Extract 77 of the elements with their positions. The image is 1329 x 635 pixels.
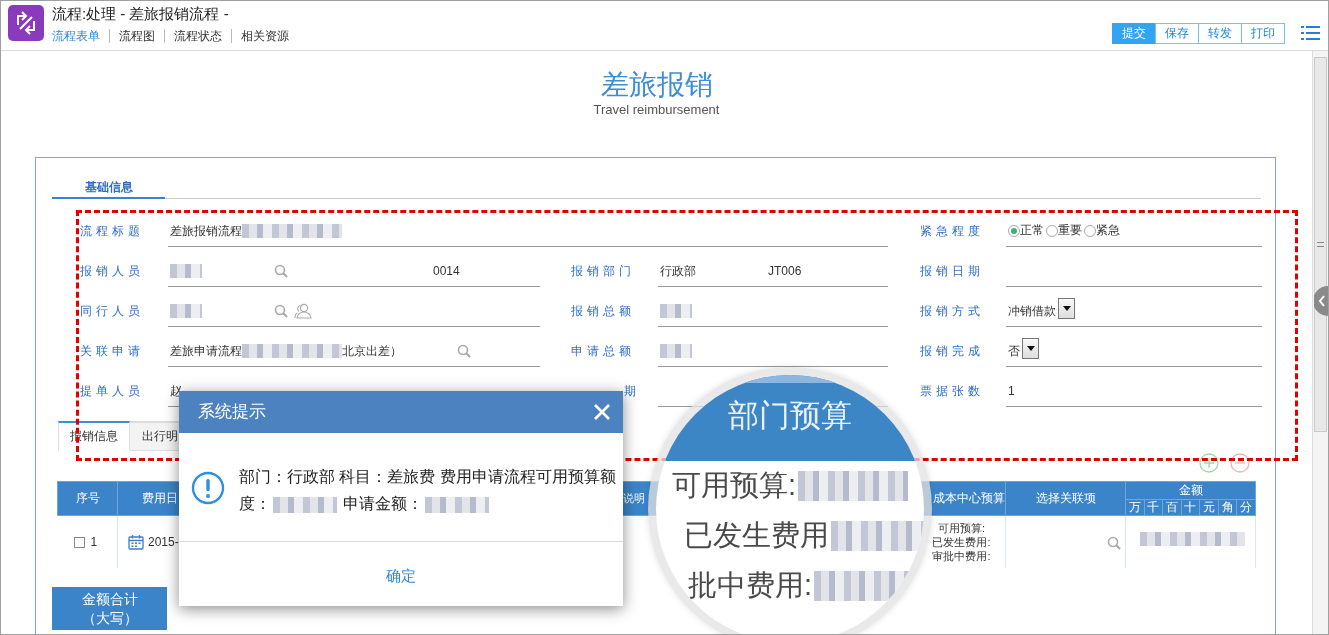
field-label: 报销完成: [920, 343, 984, 360]
page-subtitle: Travel reimbursement: [592, 102, 721, 118]
app-logo: [8, 5, 44, 41]
redacted-value: [170, 264, 202, 278]
field-label: 报销人员: [80, 263, 144, 280]
field-label: 报销部门: [571, 263, 635, 280]
field-label: 报销方式: [920, 303, 984, 320]
toolbar-button[interactable]: 转发: [1198, 22, 1242, 44]
search-icon[interactable]: [274, 264, 288, 278]
field-label: 提单人员: [80, 383, 144, 400]
scroll-thumb[interactable]: [1314, 57, 1327, 432]
dialog-title: 系统提示: [198, 401, 266, 424]
field-value: 否: [1008, 343, 1020, 359]
search-icon[interactable]: [274, 304, 288, 318]
tab[interactable]: 相关资源: [231, 29, 298, 43]
redacted-value: [660, 304, 692, 318]
budget-label: 已发生费用:: [931, 534, 992, 549]
scrollbar[interactable]: [1312, 51, 1328, 634]
field-value: 北京出差）: [342, 343, 402, 359]
field-label: 关联申请: [80, 343, 144, 360]
radio-label: 重要: [1058, 222, 1082, 239]
field-label: 流程标题: [80, 223, 144, 240]
radio-button[interactable]: [1046, 225, 1058, 237]
minus-icon[interactable]: [1230, 452, 1250, 473]
redacted-value: [660, 344, 692, 358]
toolbar-button[interactable]: 打印: [1241, 22, 1285, 44]
field-label: 同行人员: [80, 303, 144, 320]
budget-label: 已发生费用: [684, 518, 829, 554]
search-icon[interactable]: [457, 344, 471, 358]
radio-label: 紧急: [1096, 222, 1120, 239]
tab[interactable]: 流程图: [109, 29, 164, 43]
field-value: 差旅申请流程: [170, 343, 242, 359]
field-label: 申请总额: [571, 343, 635, 360]
column-header: 选择关联项: [1005, 481, 1126, 516]
field-label: 报销日期: [920, 263, 984, 280]
toolbar-button[interactable]: 提交: [1112, 22, 1156, 44]
field-value: 0014: [433, 263, 460, 279]
budget-label: 可用预算:: [936, 520, 987, 535]
tab[interactable]: 流程表单: [52, 29, 109, 43]
field-label: 票据张数: [920, 383, 984, 400]
field-label: 紧急程度: [920, 223, 984, 240]
table-cell: 2015-: [148, 535, 179, 550]
field-label: 期: [624, 383, 640, 400]
radio-button[interactable]: [1008, 225, 1020, 237]
page-title: 差旅报销: [599, 68, 714, 102]
column-header: 金额: [1125, 481, 1256, 500]
info-icon: [191, 471, 225, 505]
dropdown-button[interactable]: [1058, 298, 1075, 319]
radio-label: 正常: [1020, 222, 1044, 239]
budget-label: 审批中费用:: [931, 548, 992, 563]
window-title: 流程:处理 - 差旅报销流程 -: [52, 5, 230, 23]
close-icon[interactable]: [593, 403, 611, 421]
confirm-button[interactable]: 确定: [380, 563, 422, 590]
menu-icon[interactable]: [1301, 25, 1320, 41]
field-value: 差旅报销流程: [170, 223, 242, 239]
people-icon[interactable]: [294, 303, 312, 319]
budget-title: 部门预算: [728, 398, 852, 435]
search-icon[interactable]: [1107, 535, 1121, 550]
row-number: 1: [90, 534, 98, 549]
plus-icon[interactable]: [1199, 452, 1219, 473]
checkbox[interactable]: [73, 537, 85, 549]
field-value: JT006: [768, 263, 802, 279]
toolbar-button[interactable]: 保存: [1155, 22, 1199, 44]
field-value: 行政部: [660, 263, 696, 279]
field-label: 报销总额: [571, 303, 635, 320]
total-label: 金额合计 （大写）: [52, 586, 167, 630]
radio-button[interactable]: [1084, 225, 1096, 237]
section-tab[interactable]: 基础信息: [52, 177, 165, 199]
column-header: 序号: [57, 481, 118, 516]
calendar-icon[interactable]: [128, 534, 144, 551]
dropdown-button[interactable]: [1022, 338, 1039, 359]
field-value: 冲销借款: [1008, 303, 1056, 319]
budget-label: 批中费用:: [688, 568, 813, 604]
collapse-handle[interactable]: [1314, 286, 1328, 316]
redacted-value: [170, 304, 202, 318]
tab[interactable]: 流程状态: [164, 29, 231, 43]
field-value: 1: [1008, 383, 1015, 399]
